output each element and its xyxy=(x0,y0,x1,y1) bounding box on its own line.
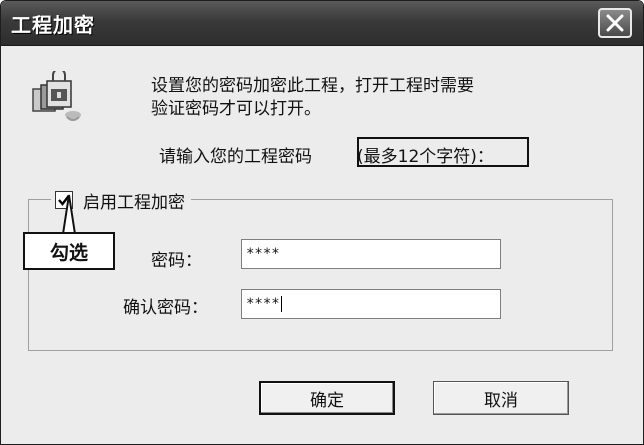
password-field[interactable]: **** xyxy=(241,239,501,269)
close-button[interactable] xyxy=(598,8,632,38)
ok-button-label: 确定 xyxy=(310,390,344,411)
confirm-password-value: **** xyxy=(246,296,280,312)
enable-encryption-label[interactable]: 启用工程加密 xyxy=(83,188,185,213)
cancel-button-label: 取消 xyxy=(484,390,518,411)
callout-tail xyxy=(62,194,76,235)
project-lock-icon xyxy=(32,71,81,121)
password-prompt: 请输入您的工程密码 xyxy=(159,147,312,167)
password-value: **** xyxy=(246,246,280,262)
dialog-window: 工程加密 设置您的密码加密此工程，打开工程时需要 验证密码才可以打开。 请输入您… xyxy=(0,0,644,445)
password-label: 密码： xyxy=(151,251,202,271)
ok-button[interactable]: 确定 xyxy=(259,381,395,415)
title-bar[interactable]: 工程加密 xyxy=(1,1,643,46)
confirm-password-label: 确认密码： xyxy=(123,298,208,318)
description-line-2: 验证密码才可以打开。 xyxy=(151,99,321,119)
window-title: 工程加密 xyxy=(11,13,95,37)
description-line-1: 设置您的密码加密此工程，打开工程时需要 xyxy=(151,76,474,96)
confirm-password-field[interactable]: **** xyxy=(241,289,501,319)
max-length-highlight: (最多12个字符)： xyxy=(357,137,529,167)
annotation-callout: 勾选 xyxy=(23,232,115,270)
encryption-groupbox xyxy=(28,199,613,351)
cancel-button[interactable]: 取消 xyxy=(433,381,569,415)
text-caret xyxy=(280,296,282,312)
close-icon xyxy=(606,14,624,32)
max-length-hint: (最多12个字符)： xyxy=(357,147,494,167)
callout-text: 勾选 xyxy=(49,241,88,264)
